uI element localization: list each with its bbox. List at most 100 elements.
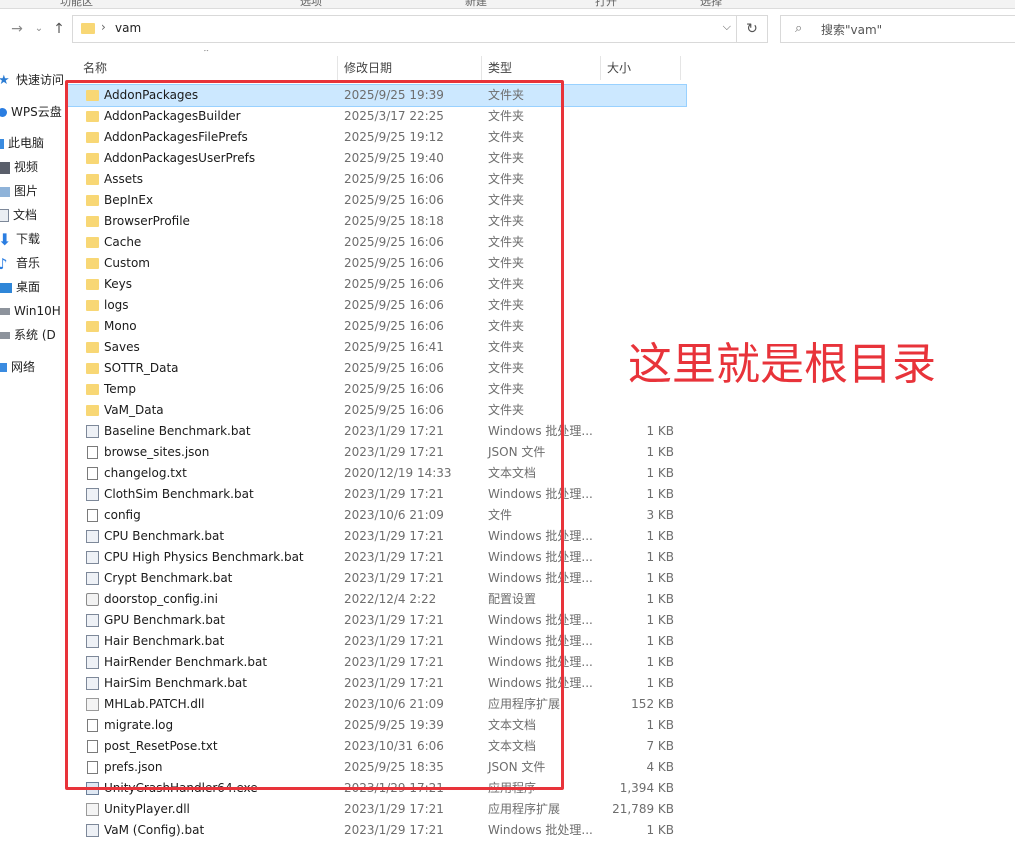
file-row[interactable]: VaM (Config).bat 2023/1/29 17:21 Windows 批… <box>66 820 686 841</box>
file-size: 152 KB <box>631 697 674 711</box>
file-type: 文件夹 <box>488 130 525 144</box>
column-divider[interactable] <box>481 56 482 80</box>
ribbon-tab[interactable]: 新建 <box>465 0 487 8</box>
ribbon-tab[interactable]: 选项 <box>300 0 322 8</box>
sidebar-item-label: 文档 <box>13 208 38 222</box>
file-row[interactable]: UnityPlayer.dll 2023/1/29 17:21 应用程序扩展 21,7… <box>66 799 686 820</box>
music-icon: ♪ <box>0 254 8 273</box>
file-row[interactable]: CPU Benchmark.bat 2023/1/29 17:21 Windows … <box>66 526 686 547</box>
column-divider[interactable] <box>337 56 338 80</box>
file-row[interactable]: Custom 2025/9/25 16:06 文件夹 <box>66 253 686 274</box>
file-row[interactable]: Cache 2025/9/25 16:06 文件夹 <box>66 232 686 253</box>
file-row[interactable]: logs 2025/9/25 16:06 文件夹 <box>66 295 686 316</box>
column-header-name[interactable]: 名称 <box>83 54 107 82</box>
address-dropdown-icon[interactable]: ⌵ <box>723 20 731 34</box>
file-row[interactable]: prefs.json 2025/9/25 18:35 JSON 文件 4 KB <box>66 757 686 778</box>
file-row[interactable]: Baseline Benchmark.bat 2023/1/29 17:21 Win… <box>66 421 686 442</box>
file-row[interactable]: BrowserProfile 2025/9/25 18:18 文件夹 <box>66 211 686 232</box>
sidebar-item-videos[interactable]: 视频 <box>0 156 38 178</box>
file-row[interactable]: UnityCrashHandler64.exe 2023/1/29 17:21 应用… <box>66 778 686 799</box>
file-name: config <box>104 508 141 522</box>
batch-file-icon <box>86 551 99 564</box>
column-header-size[interactable]: 大小 <box>607 54 631 82</box>
breadcrumb-path[interactable]: vam <box>115 21 141 35</box>
forward-arrow-icon[interactable]: → <box>8 19 26 39</box>
address-bar[interactable]: › vam ⌵ ↻ <box>72 15 768 43</box>
batch-file-icon <box>86 635 99 648</box>
sidebar-item-drive-c[interactable]: Win10H <box>0 300 61 322</box>
file-type: Windows 批处理... <box>488 571 593 585</box>
file-type: Windows 批处理... <box>488 487 593 501</box>
breadcrumb-separator: › <box>101 20 106 34</box>
file-row[interactable]: config 2023/10/6 21:09 文件 3 KB <box>66 505 686 526</box>
file-row[interactable]: GPU Benchmark.bat 2023/1/29 17:21 Windows … <box>66 610 686 631</box>
file-row[interactable]: Saves 2025/9/25 16:41 文件夹 <box>66 337 686 358</box>
file-row[interactable]: Crypt Benchmark.bat 2023/1/29 17:21 Window… <box>66 568 686 589</box>
sidebar-item-desktop[interactable]: 桌面 <box>0 276 40 298</box>
folder-icon <box>81 23 95 34</box>
sidebar-item-label: Win10H <box>14 304 61 318</box>
file-date: 2022/12/4 2:22 <box>344 592 437 606</box>
sidebar-item-downloads[interactable]: ⬇ 下载 <box>0 228 40 250</box>
sidebar-item-drive-d[interactable]: 系统 (D <box>0 324 56 346</box>
file-row[interactable]: BepInEx 2025/9/25 16:06 文件夹 <box>66 190 686 211</box>
column-divider[interactable] <box>680 56 681 80</box>
file-row[interactable]: AddonPackagesFilePrefs 2025/9/25 19:12 文件夹 <box>66 127 686 148</box>
settings-file-icon <box>86 593 99 606</box>
sidebar-item-music[interactable]: ♪ 音乐 <box>0 252 40 274</box>
file-row[interactable]: doorstop_config.ini 2022/12/4 2:22 配置设置 1 K… <box>66 589 686 610</box>
computer-icon <box>0 138 4 149</box>
column-divider[interactable] <box>600 56 601 80</box>
refresh-icon[interactable]: ↻ <box>736 16 767 42</box>
ribbon-tab[interactable]: 选择 <box>700 0 722 8</box>
batch-file-icon <box>86 488 99 501</box>
file-name: Keys <box>104 277 133 291</box>
file-row[interactable]: AddonPackages 2025/9/25 19:39 文件夹 <box>66 84 687 107</box>
file-row[interactable]: post_ResetPose.txt 2023/10/31 6:06 文本文档 7 K… <box>66 736 686 757</box>
file-row[interactable]: Temp 2025/9/25 16:06 文件夹 <box>66 379 686 400</box>
ribbon-tab[interactable]: 功能区 <box>60 0 93 8</box>
file-date: 2025/9/25 16:06 <box>344 319 444 333</box>
sidebar-item-quick-access[interactable]: ★ 快速访问 <box>0 69 64 91</box>
file-row[interactable]: Hair Benchmark.bat 2023/1/29 17:21 Windows… <box>66 631 686 652</box>
column-header-label: 类型 <box>488 61 513 75</box>
file-name: AddonPackages <box>104 88 199 102</box>
file-icon <box>87 740 98 753</box>
file-row[interactable]: migrate.log 2025/9/25 19:39 文本文档 1 KB <box>66 715 686 736</box>
sidebar-item-wps-cloud[interactable]: WPS云盘 <box>0 101 62 123</box>
file-size: 3 KB <box>646 508 674 522</box>
file-row[interactable]: SOTTR_Data 2025/9/25 16:06 文件夹 <box>66 358 686 379</box>
file-type: 文件夹 <box>488 109 525 123</box>
file-date: 2023/1/29 17:21 <box>344 487 444 501</box>
search-input[interactable]: ⌕ 搜索"vam" <box>780 15 1015 43</box>
file-row[interactable]: VaM_Data 2025/9/25 16:06 文件夹 <box>66 400 686 421</box>
file-row[interactable]: MHLab.PATCH.dll 2023/10/6 21:09 应用程序扩展 152 … <box>66 694 686 715</box>
file-row[interactable]: browse_sites.json 2023/1/29 17:21 JSON 文件 1… <box>66 442 686 463</box>
file-size: 4 KB <box>646 760 674 774</box>
file-row[interactable]: HairSim Benchmark.bat 2023/1/29 17:21 Wind… <box>66 673 686 694</box>
file-row[interactable]: CPU High Physics Benchmark.bat 2023/1/29 … <box>66 547 686 568</box>
file-row[interactable]: HairRender Benchmark.bat 2023/1/29 17:21 W… <box>66 652 686 673</box>
sidebar-item-pictures[interactable]: 图片 <box>0 180 38 202</box>
ribbon-tab[interactable]: 打开 <box>595 0 617 8</box>
column-header-date[interactable]: 修改日期 <box>344 54 392 82</box>
file-row[interactable]: AddonPackagesBuilder 2025/3/17 22:25 文件夹 <box>66 106 686 127</box>
up-arrow-icon[interactable]: ↑ <box>50 19 68 39</box>
file-name: post_ResetPose.txt <box>104 739 218 753</box>
column-header-type[interactable]: 类型 <box>488 54 512 82</box>
sidebar-item-network[interactable]: 网络 <box>0 356 35 378</box>
file-name: UnityCrashHandler64.exe <box>104 781 258 795</box>
file-row[interactable]: AddonPackagesUserPrefs 2025/9/25 19:40 文件夹 <box>66 148 686 169</box>
file-date: 2023/1/29 17:21 <box>344 676 444 690</box>
file-row[interactable]: Assets 2025/9/25 16:06 文件夹 <box>66 169 686 190</box>
file-row[interactable]: Mono 2025/9/25 16:06 文件夹 <box>66 316 686 337</box>
file-row[interactable]: ClothSim Benchmark.bat 2023/1/29 17:21 Win… <box>66 484 686 505</box>
file-type: 文件夹 <box>488 235 525 249</box>
chevron-down-icon[interactable]: ⌄ <box>30 19 48 39</box>
file-date: 2025/9/25 16:41 <box>344 340 444 354</box>
sidebar-item-documents[interactable]: 文档 <box>0 204 37 226</box>
sidebar-item-label: 快速访问 <box>16 73 65 87</box>
file-row[interactable]: Keys 2025/9/25 16:06 文件夹 <box>66 274 686 295</box>
sidebar-item-this-pc[interactable]: 此电脑 <box>0 132 44 154</box>
file-row[interactable]: changelog.txt 2020/12/19 14:33 文本文档 1 KB <box>66 463 686 484</box>
